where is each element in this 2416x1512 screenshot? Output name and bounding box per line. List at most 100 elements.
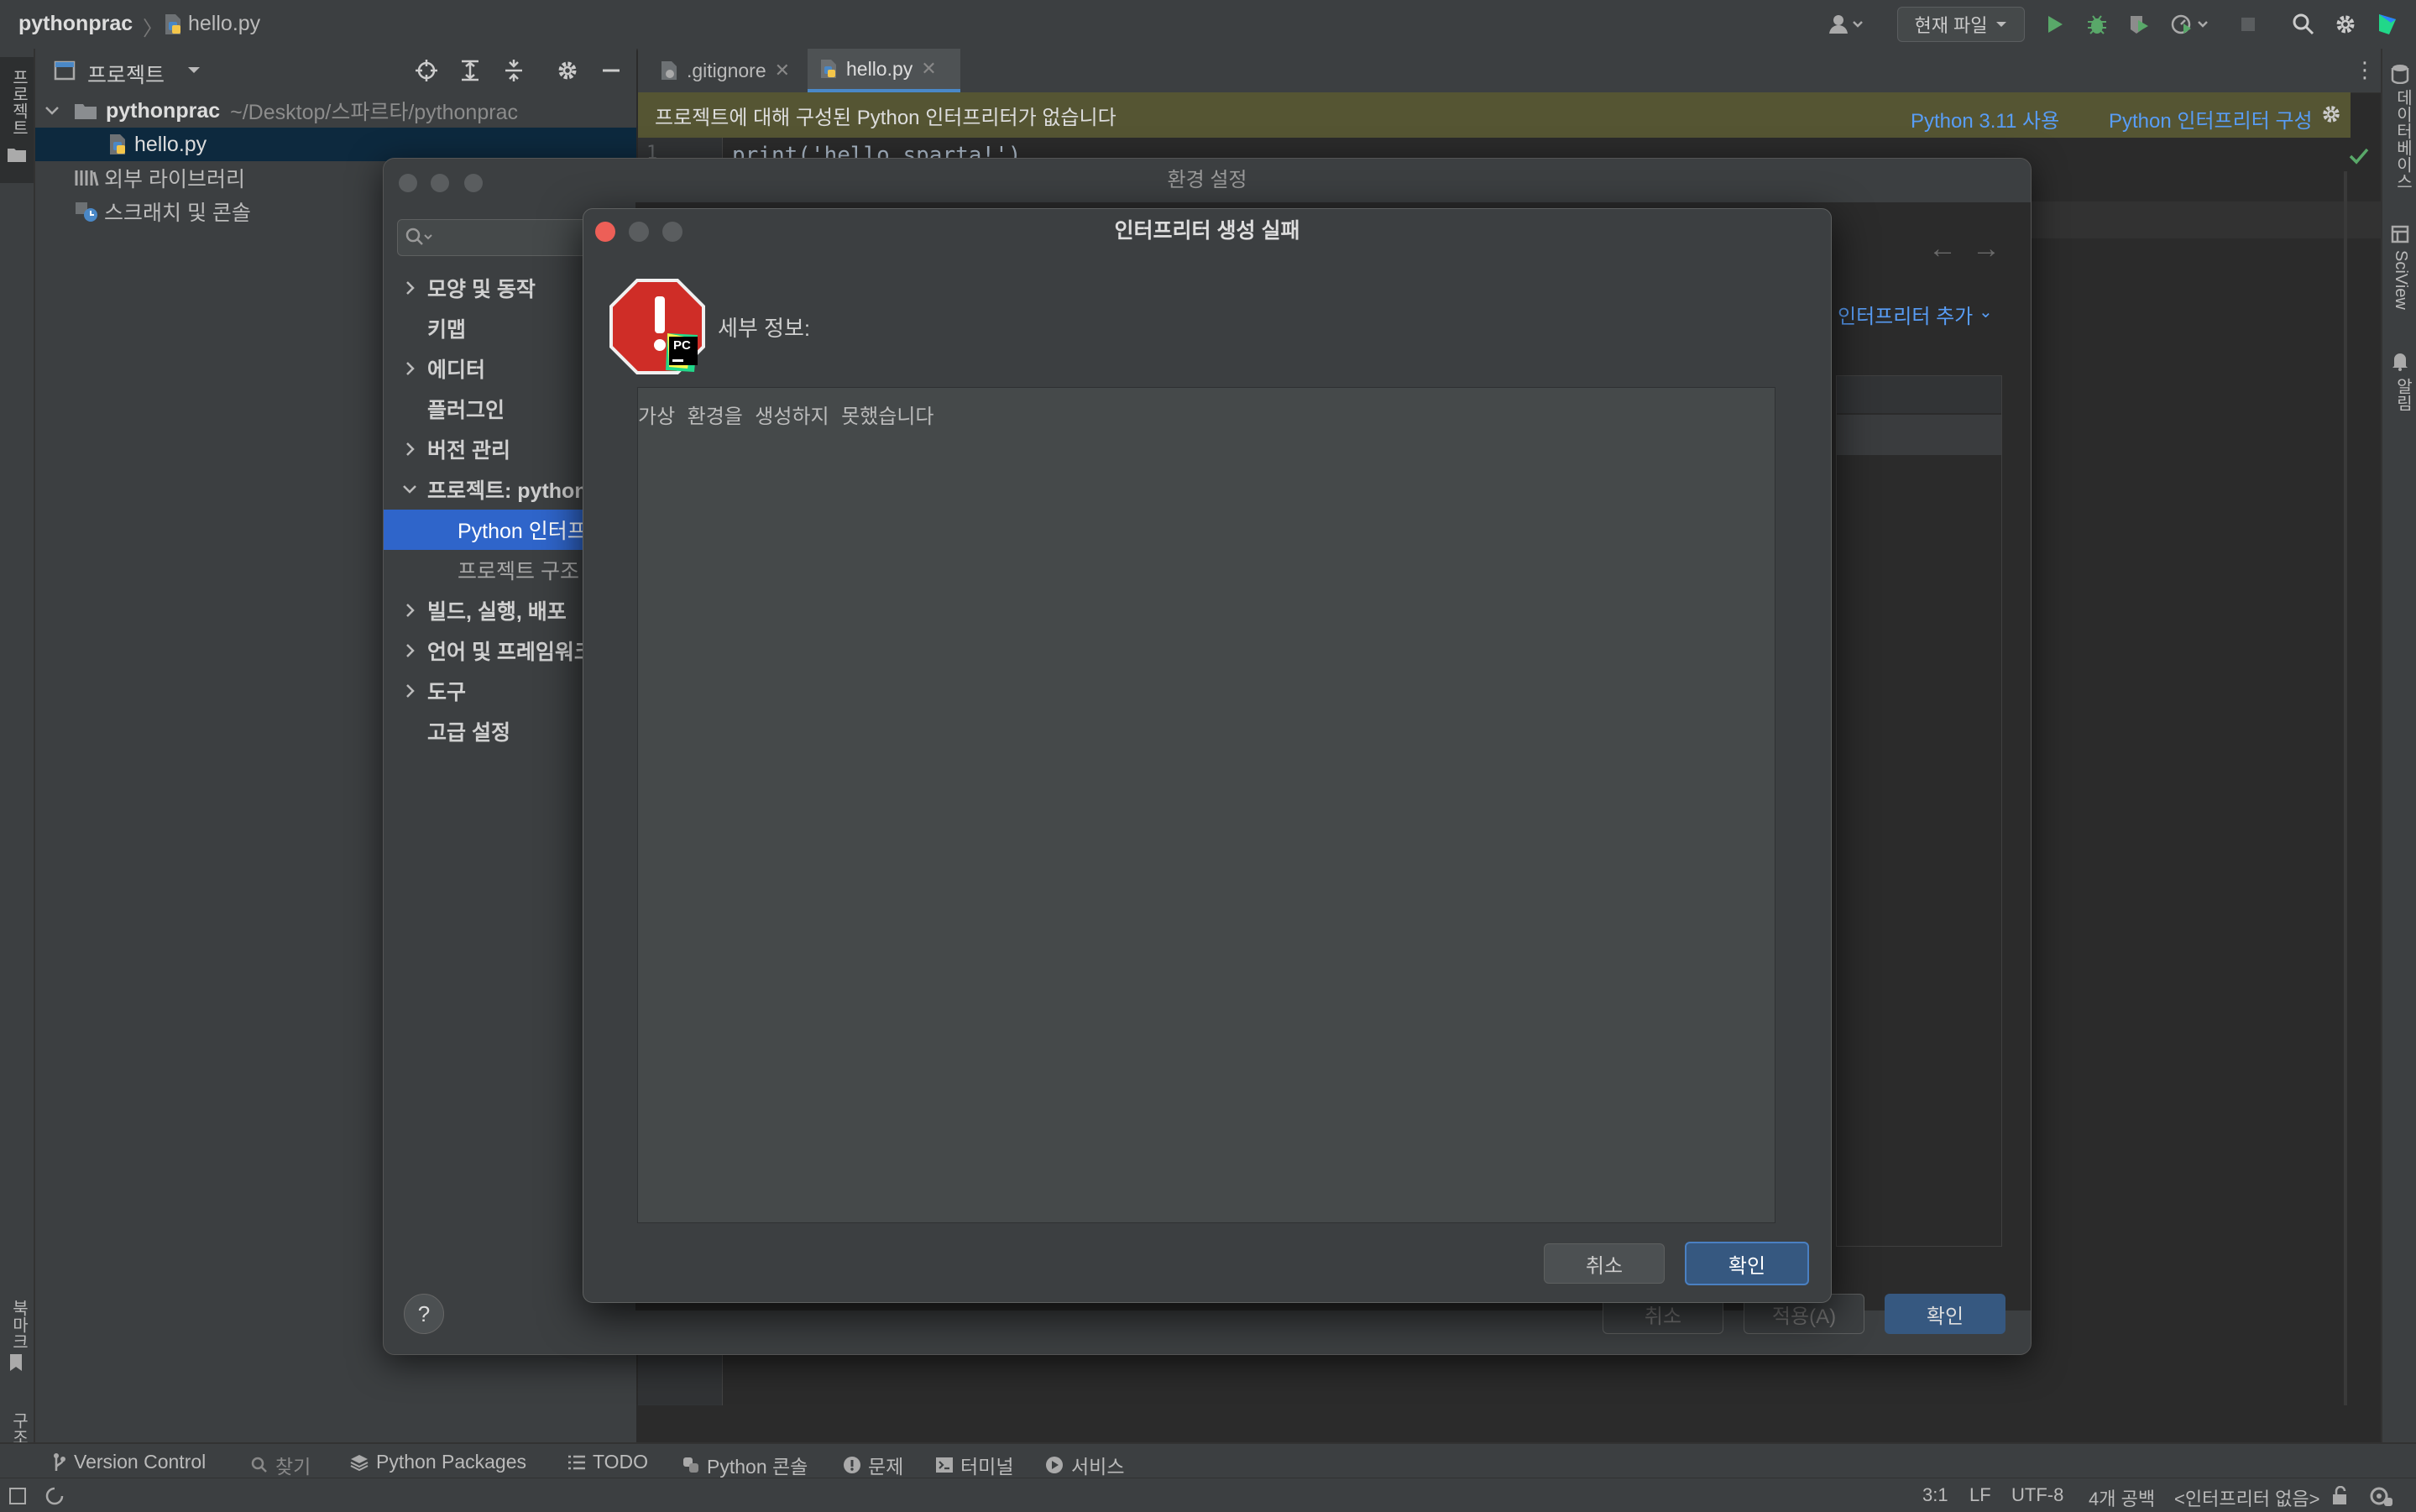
search-icon — [405, 227, 433, 249]
python-console-tool[interactable]: Python 콘솔 — [682, 1451, 808, 1479]
project-tool-label: 프로젝트 — [9, 69, 28, 136]
project-tool-button[interactable]: 프로젝트 — [0, 57, 34, 183]
window-close-button[interactable] — [399, 174, 417, 192]
more-options-icon[interactable]: ⋮ — [2354, 57, 2376, 83]
window-close-button[interactable] — [595, 222, 615, 242]
interpreter-status[interactable]: <인터프리터 없음> — [2174, 1484, 2320, 1511]
find-tool[interactable]: 찾기 — [250, 1451, 311, 1479]
gear-icon[interactable] — [2330, 10, 2361, 39]
chevron-right-icon — [405, 442, 427, 457]
project-panel-title[interactable]: 프로젝트 — [87, 59, 165, 89]
error-dialog-title: 인터프리터 생성 실패 — [1114, 219, 1300, 243]
chevron-down-icon[interactable] — [44, 105, 60, 117]
structure-tool-label: 구조 — [9, 1412, 28, 1446]
folder-icon — [74, 102, 97, 120]
indent-setting[interactable]: 4개 공백 — [2089, 1484, 2155, 1511]
packages-icon — [349, 1453, 369, 1472]
settings-nav-label: 빌드, 실행, 배포 — [427, 600, 567, 624]
database-tool-label: 데이터베이스 — [2393, 89, 2412, 190]
chevron-down-icon — [402, 484, 427, 494]
tree-item-project-root[interactable]: pythonprac ~/Desktop/스파르타/pythonprac — [35, 94, 636, 128]
services-tool[interactable]: 서비스 — [1044, 1451, 1124, 1479]
version-control-tool[interactable]: Version Control — [52, 1451, 206, 1473]
bookmarks-tool-label: 북마크 — [9, 1300, 28, 1350]
packages-table[interactable] — [1836, 375, 2002, 1247]
debug-icon[interactable] — [2082, 10, 2112, 39]
breadcrumb-file[interactable]: hello.py — [188, 12, 260, 36]
title-bar: pythonprac 〉 hello.py 현재 파일 — [0, 0, 2416, 50]
breadcrumb-project[interactable]: pythonprac — [18, 12, 133, 36]
window-maximize-button[interactable] — [464, 174, 483, 192]
file-encoding[interactable]: UTF-8 — [2011, 1484, 2063, 1506]
tab-gitignore[interactable]: .gitignore ✕ — [648, 49, 816, 92]
database-icon — [2391, 64, 2409, 84]
locate-file-icon[interactable] — [415, 59, 438, 82]
gear-icon[interactable] — [2320, 103, 2342, 125]
interpreter-error-dialog: 인터프리터 생성 실패 PC 세부 정보: 가상 환경을 생성하지 못했습니다 … — [583, 208, 1832, 1303]
toggle-tool-windows-icon[interactable] — [8, 1487, 27, 1505]
run-icon[interactable] — [2040, 10, 2070, 39]
details-label: 세부 정보: — [718, 316, 811, 341]
pycharm-badge: PC — [673, 338, 691, 353]
forward-arrow-icon[interactable]: → — [1972, 233, 2000, 265]
use-python-link[interactable]: Python 3.11 사용 — [1911, 104, 2059, 133]
run-with-coverage-icon[interactable] — [2124, 10, 2154, 39]
add-interpreter-link[interactable]: 인터프리터 추가 — [1838, 300, 1973, 329]
terminal-tool[interactable]: 터미널 — [935, 1451, 1013, 1479]
profile-icon[interactable] — [2166, 10, 2216, 39]
banner-message: 프로젝트에 대해 구성된 Python 인터프리터가 없습니다 — [655, 106, 1116, 129]
error-ok-button[interactable]: 확인 — [1685, 1242, 1809, 1285]
tool-label: 문제 — [868, 1456, 904, 1478]
lock-icon[interactable] — [2330, 1486, 2349, 1506]
inspector-icon[interactable] — [2369, 1486, 2394, 1506]
tool-label: 서비스 — [1071, 1456, 1125, 1478]
status-bar: 3:1 LF UTF-8 4개 공백 <인터프리터 없음> — [0, 1478, 2416, 1512]
chevron-right-icon — [405, 280, 427, 296]
tree-item-label: 외부 라이브러리 — [104, 168, 245, 191]
close-icon[interactable]: ✕ — [921, 58, 936, 80]
branch-icon — [52, 1452, 67, 1473]
gear-icon[interactable] — [556, 59, 579, 82]
python-packages-tool[interactable]: Python Packages — [349, 1451, 526, 1473]
stop-icon[interactable] — [2233, 10, 2263, 39]
window-maximize-button[interactable] — [662, 222, 682, 242]
chevron-right-icon — [405, 361, 427, 376]
search-icon[interactable] — [2288, 10, 2319, 39]
todo-tool[interactable]: TODO — [567, 1451, 648, 1473]
error-details-textarea[interactable]: 가상 환경을 생성하지 못했습니다 — [637, 387, 1775, 1223]
back-arrow-icon[interactable]: ← — [1928, 233, 1957, 265]
collapse-all-icon[interactable] — [502, 59, 526, 82]
hide-panel-icon[interactable] — [599, 59, 623, 82]
tab-label: hello.py — [846, 57, 913, 80]
editor-scrollbar[interactable] — [2344, 171, 2347, 1405]
caret-position[interactable]: 3:1 — [1922, 1484, 1948, 1506]
notifications-tool-button[interactable]: 알림 — [2382, 351, 2416, 460]
line-separator[interactable]: LF — [1969, 1484, 1991, 1506]
tree-item-hello-py[interactable]: hello.py — [35, 128, 636, 161]
python-file-icon — [107, 133, 128, 155]
help-button[interactable]: ? — [404, 1294, 444, 1334]
project-panel-header: 프로젝트 — [35, 49, 636, 92]
python-file-icon — [819, 59, 838, 79]
tab-hello-py[interactable]: hello.py ✕ — [808, 49, 960, 92]
database-tool-button[interactable]: 데이터베이스 — [2382, 64, 2416, 232]
packages-table-row[interactable] — [1837, 415, 2001, 455]
chevron-down-icon[interactable] — [186, 65, 201, 76]
breadcrumb-separator: 〉 — [143, 18, 163, 40]
settings-nav-label: 에디터 — [427, 358, 486, 382]
configure-interpreter-link[interactable]: Python 인터프리터 구성 — [2109, 104, 2313, 133]
tool-label: 터미널 — [960, 1456, 1014, 1478]
run-configuration-select[interactable]: 현재 파일 — [1897, 7, 2025, 42]
chevron-down-icon[interactable]: ⌄ — [1979, 301, 1993, 322]
settings-ok-button[interactable]: 확인 — [1885, 1294, 2005, 1334]
window-minimize-button[interactable] — [629, 222, 649, 242]
window-minimize-button[interactable] — [431, 174, 449, 192]
bookmarks-tool-button[interactable]: 북마크 — [0, 1241, 34, 1371]
jetbrains-logo-icon[interactable] — [2372, 10, 2403, 39]
problems-tool[interactable]: 문제 — [843, 1451, 903, 1479]
expand-all-icon[interactable] — [458, 59, 482, 82]
close-icon[interactable]: ✕ — [775, 60, 790, 81]
user-menu-icon[interactable] — [1822, 10, 1872, 39]
packages-table-header — [1837, 376, 2001, 413]
error-cancel-button[interactable]: 취소 — [1544, 1243, 1665, 1284]
